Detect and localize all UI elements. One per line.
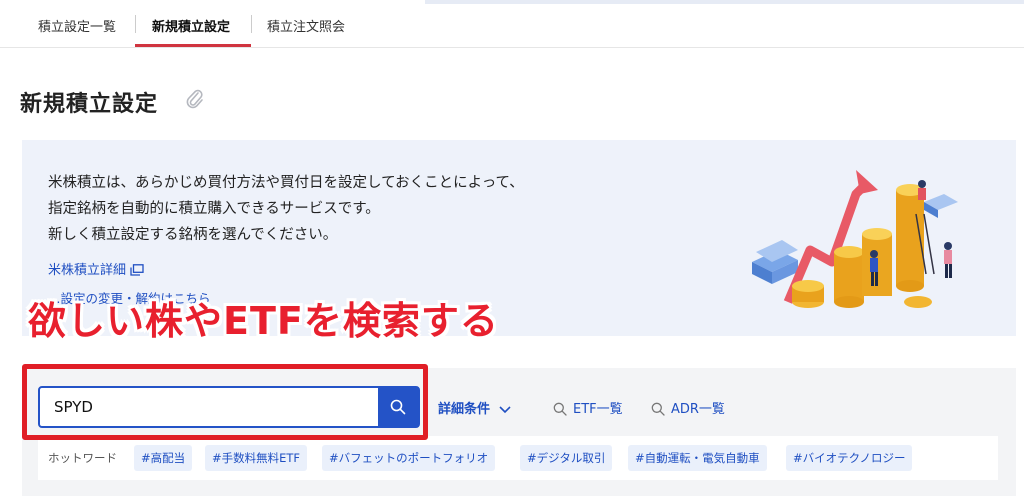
hotword-row: ホットワード #高配当 #手数料無料ETF #バフェットのポートフォリオ #デジ…: [38, 436, 998, 480]
search-icon: [390, 399, 406, 415]
tab-order-inquiry[interactable]: 積立注文照会: [267, 16, 345, 48]
adr-list-label: ADR一覧: [671, 402, 725, 417]
hotword-tag[interactable]: #高配当: [134, 445, 193, 471]
hotword-tag[interactable]: #自動運転・電気自動車: [628, 445, 767, 471]
advanced-conditions-label: 詳細条件: [438, 402, 491, 417]
detail-link[interactable]: 米株積立詳細: [48, 259, 144, 278]
tab-bar: 積立設定一覧 新規積立設定 積立注文照会: [0, 0, 1024, 48]
paperclip-icon[interactable]: [186, 88, 204, 110]
detail-link-label: 米株積立詳細: [48, 263, 127, 278]
tab-separator: [251, 15, 252, 33]
banner-line: 新しく積立設定する銘柄を選んでください。: [48, 227, 338, 243]
banner-line: 米株積立は、あらかじめ買付方法や買付日を設定しておくことによって、: [48, 175, 524, 191]
advanced-conditions-toggle[interactable]: 詳細条件: [438, 398, 512, 417]
hotword-tag[interactable]: #手数料無料ETF: [205, 445, 308, 471]
hotword-label: ホットワード: [48, 451, 117, 465]
active-tab-indicator: [135, 44, 251, 47]
investment-illustration: [752, 170, 958, 308]
external-link-icon: [130, 264, 144, 276]
etf-list-label: ETF一覧: [573, 402, 623, 417]
search-button[interactable]: [378, 388, 418, 426]
chevron-down-icon: [499, 406, 511, 414]
banner-line: 指定銘柄を自動的に積立購入できるサービスです。: [48, 201, 380, 217]
search-input[interactable]: [40, 388, 380, 426]
overlay-caption: 欲しい株やETFを検索する: [28, 299, 499, 343]
coin-stacks: [792, 184, 932, 308]
search-box: [38, 386, 420, 428]
cash-stack-left: [752, 240, 798, 284]
tab-settings-list[interactable]: 積立設定一覧: [38, 16, 116, 48]
etf-list-link[interactable]: ETF一覧: [553, 398, 623, 417]
search-icon: [553, 402, 567, 416]
adr-list-link[interactable]: ADR一覧: [651, 398, 725, 417]
search-icon: [651, 402, 665, 416]
hotword-tag[interactable]: #デジタル取引: [520, 445, 613, 471]
banner-description: 米株積立は、あらかじめ買付方法や買付日を設定しておくことによって、 指定銘柄を自…: [48, 170, 524, 248]
hotword-tag[interactable]: #バフェットのポートフォリオ: [322, 445, 496, 471]
hotword-tag[interactable]: #バイオテクノロジー: [786, 445, 913, 471]
page-title: 新規積立設定: [20, 92, 159, 117]
tab-separator: [135, 15, 136, 33]
cash-stack-right: [924, 194, 958, 218]
